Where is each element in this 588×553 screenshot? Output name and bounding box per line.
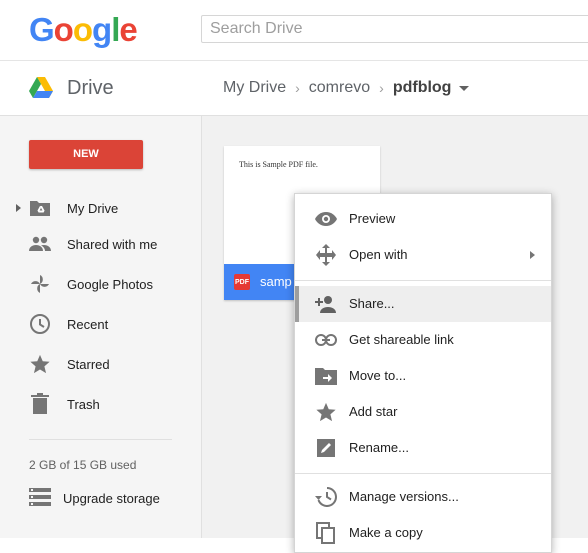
chevron-right-icon: › <box>379 80 384 96</box>
chevron-right-icon <box>530 251 535 259</box>
new-button[interactable]: NEW <box>29 140 143 169</box>
star-icon <box>29 353 51 375</box>
link-icon <box>315 329 337 351</box>
copy-icon <box>315 522 337 544</box>
chevron-right-icon: › <box>295 80 300 96</box>
google-logo[interactable]: Google <box>29 11 138 48</box>
menu-divider <box>295 473 551 474</box>
menu-item-add-star[interactable]: Add star <box>295 394 551 430</box>
logo-letter: l <box>111 11 120 48</box>
file-name: samp <box>260 274 292 289</box>
sidebar-item-shared[interactable]: Shared with me <box>0 224 201 264</box>
menu-divider <box>295 280 551 281</box>
sidebar-item-label: My Drive <box>67 200 119 216</box>
sidebar-item-label: Starred <box>67 356 110 372</box>
menu-item-label: Add star <box>349 404 398 419</box>
menu-item-move-to[interactable]: Move to... <box>295 358 551 394</box>
move-to-folder-icon <box>315 365 337 387</box>
sidebar-item-label: Trash <box>67 396 100 412</box>
pdf-file-icon: PDF <box>234 274 250 290</box>
menu-item-get-link[interactable]: Get shareable link <box>295 322 551 358</box>
menu-item-manage-versions[interactable]: Manage versions... <box>295 479 551 515</box>
search-placeholder: Search Drive <box>210 20 303 37</box>
people-icon <box>29 233 51 255</box>
app-title: Drive <box>67 77 114 99</box>
move-arrows-icon <box>315 244 337 266</box>
top-bar: Google Search Drive <box>0 0 588 61</box>
folder-drive-icon <box>29 197 51 219</box>
context-menu: Preview Open with Share... Get shareable… <box>294 193 552 553</box>
expand-arrow-icon[interactable] <box>16 204 21 212</box>
star-icon <box>315 401 337 423</box>
sidebar-item-trash[interactable]: Trash <box>0 384 201 424</box>
sidebar-item-my-drive[interactable]: My Drive <box>0 188 201 228</box>
sidebar-item-starred[interactable]: Starred <box>0 344 201 384</box>
menu-item-label: Open with <box>349 247 408 262</box>
menu-item-open-with[interactable]: Open with <box>295 237 551 273</box>
storage-usage-text: 2 GB of 15 GB used <box>29 458 137 472</box>
sidebar-item-label: Recent <box>67 316 109 332</box>
pencil-icon <box>315 437 337 459</box>
logo-letter: g <box>92 11 112 48</box>
sidebar-item-photos[interactable]: Google Photos <box>0 264 201 304</box>
logo-letter: o <box>72 11 93 48</box>
sidebar-item-label: Shared with me <box>67 236 158 252</box>
menu-item-label: Rename... <box>349 440 409 455</box>
menu-item-preview[interactable]: Preview <box>295 201 551 237</box>
menu-item-label: Manage versions... <box>349 489 459 504</box>
drive-header: Drive My Drive › comrevo › pdfblog <box>0 61 588 116</box>
menu-item-rename[interactable]: Rename... <box>295 430 551 466</box>
breadcrumb-comrevo[interactable]: comrevo <box>309 79 370 97</box>
breadcrumb-pdfblog[interactable]: pdfblog <box>393 79 452 97</box>
menu-item-label: Move to... <box>349 368 407 383</box>
history-icon <box>315 486 337 508</box>
menu-item-make-copy[interactable]: Make a copy <box>295 515 551 551</box>
storage-list-icon <box>29 488 51 511</box>
upgrade-storage-label: Upgrade storage <box>63 491 160 506</box>
menu-item-label: Get shareable link <box>349 332 454 347</box>
breadcrumb-my-drive[interactable]: My Drive <box>223 79 286 97</box>
search-input[interactable]: Search Drive <box>201 15 588 43</box>
menu-item-label: Preview <box>349 211 396 226</box>
sidebar-item-label: Google Photos <box>67 276 154 292</box>
logo-letter: G <box>29 11 55 48</box>
divider <box>29 439 172 440</box>
clock-icon <box>29 313 51 335</box>
drive-logo-icon[interactable] <box>29 77 53 99</box>
eye-icon <box>315 208 337 230</box>
caret-down-icon[interactable] <box>459 85 470 91</box>
menu-item-label: Share... <box>349 296 395 311</box>
upgrade-storage-link[interactable]: Upgrade storage <box>0 484 201 512</box>
breadcrumb: My Drive › comrevo › pdfblog <box>223 79 470 97</box>
sidebar: NEW My Drive Shared with me Google Photo… <box>0 116 202 538</box>
menu-item-share[interactable]: Share... <box>295 286 551 322</box>
trash-icon <box>29 393 51 415</box>
file-preview-text: This is Sample PDF file. <box>239 160 318 169</box>
logo-letter: e <box>119 11 137 48</box>
sidebar-item-recent[interactable]: Recent <box>0 304 201 344</box>
logo-letter: o <box>53 11 74 48</box>
add-person-icon <box>315 293 337 315</box>
photos-pinwheel-icon <box>29 273 51 295</box>
